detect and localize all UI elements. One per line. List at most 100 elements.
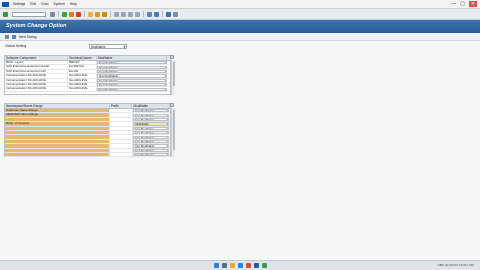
column-header[interactable]: Prefix (110, 104, 133, 108)
modifiable-select[interactable]: Modifiable (133, 122, 169, 126)
component-cell: Instrumentation SS-ARCHIVE (5, 78, 68, 82)
modifiable-select[interactable]: Not Modifiable (133, 109, 169, 113)
modifiable-select[interactable]: Not Modifiable (97, 87, 167, 91)
save-icon[interactable] (50, 11, 55, 17)
table-settings-icon[interactable] (170, 103, 174, 107)
menu-goto[interactable]: Goto (41, 2, 48, 6)
next-page-icon[interactable] (128, 11, 133, 17)
excel-icon[interactable] (261, 263, 267, 268)
prefix-cell (110, 117, 134, 122)
maximize-icon[interactable]: ▢ (460, 1, 465, 7)
modifiable-select[interactable]: Not Modifiable (97, 74, 167, 78)
new-session-icon[interactable] (147, 11, 152, 17)
namespace-table: Namespace/Name Range Prefix Modifiable C… (4, 103, 171, 158)
toolbar-divider (58, 11, 59, 17)
prefix-cell (110, 135, 134, 139)
component-cell: Instrumentation SS-ARCHIVE (5, 82, 68, 87)
modifiable-select[interactable]: Not Modifiable (97, 65, 167, 69)
component-cell: SAP Enterprise Extension Retail (5, 65, 68, 69)
menu-edit[interactable]: Edit (30, 2, 36, 6)
modifiable-select[interactable]: Not Modifiable (133, 148, 169, 152)
minimize-icon[interactable]: — (451, 1, 456, 7)
enter-icon[interactable] (3, 11, 8, 17)
namespace-cell (5, 117, 111, 122)
folder-icon[interactable] (229, 263, 235, 268)
software-component-scrollbar[interactable] (171, 60, 175, 95)
prefix-cell (110, 122, 134, 126)
column-header[interactable]: Software Component (5, 56, 68, 60)
back-icon[interactable] (62, 11, 67, 17)
find-next-icon[interactable] (102, 11, 107, 17)
table-row[interactable]: Not Modifiable (5, 152, 170, 158)
chevron-down-icon[interactable]: ▾ (123, 44, 126, 48)
global-setting-select[interactable]: Modifiable ▾ (89, 43, 127, 49)
sap-logon-icon[interactable] (253, 263, 259, 268)
modifiable-select[interactable]: Not Modifiable (133, 153, 169, 157)
menu-settings[interactable]: Settings (13, 2, 25, 6)
modifiable-select[interactable]: Not Modifiable (97, 83, 167, 87)
toolbar-divider (84, 11, 85, 17)
search-icon[interactable] (221, 263, 227, 268)
modifiable-select[interactable]: Not Modifiable (133, 135, 169, 139)
modifiable-select[interactable]: Not Modifiable (97, 61, 167, 65)
menu-help[interactable]: Help (70, 2, 77, 6)
modifiable-select[interactable]: Not Modifiable (133, 144, 169, 148)
modifiable-select[interactable]: Not Modifiable (97, 78, 167, 82)
print-icon[interactable] (88, 11, 93, 17)
column-header[interactable]: Namespace/Name Range (5, 104, 110, 108)
last-page-icon[interactable] (135, 11, 140, 17)
app-icon[interactable] (245, 263, 251, 268)
technical-name-cell: BBUSIT (68, 61, 97, 65)
display-change-icon[interactable] (5, 34, 9, 39)
start-icon[interactable] (213, 263, 219, 268)
namespace-scrollbar[interactable] (171, 108, 175, 157)
namespace-cell (5, 139, 111, 144)
prefix-cell (110, 148, 134, 152)
next-dialog-icon[interactable] (12, 34, 16, 39)
first-page-icon[interactable] (114, 11, 119, 17)
help-icon[interactable] (166, 11, 171, 17)
namespace-cell (5, 144, 111, 148)
component-cell: Instrumentation SS-ARCHIVE (5, 87, 68, 91)
prev-page-icon[interactable] (121, 11, 126, 17)
menu-system[interactable]: System (53, 2, 64, 6)
modifiable-select[interactable]: Not Modifiable (133, 126, 169, 130)
modifiable-select[interactable]: Not Modifiable (133, 117, 169, 122)
modifiable-select[interactable]: Not Modifiable (133, 139, 169, 144)
table-settings-icon[interactable] (170, 55, 174, 59)
standard-toolbar (0, 9, 480, 20)
technical-name-cell: SA-ARCHIVE (68, 87, 97, 91)
namespace-cell: Customer Name Range (5, 109, 111, 113)
window-controls: — ▢ ✕ (451, 1, 477, 7)
table-row[interactable]: Instrumentation SS-ARCHIVE SA-ARCHIVE No… (5, 87, 170, 92)
next-dialog-button[interactable]: Next Dialog (19, 35, 37, 39)
global-setting-value: Modifiable (91, 44, 106, 49)
taskbar: ABC (1) 010 ▾ | 10:24 | INS (0, 260, 480, 270)
browser-icon[interactable] (237, 263, 243, 268)
scrollbar-thumb[interactable] (172, 110, 175, 150)
column-header[interactable]: Modifiable (97, 56, 167, 60)
application-toolbar: Next Dialog (0, 33, 480, 41)
column-header[interactable]: Modifiable (132, 104, 170, 108)
prefix-cell (110, 139, 134, 144)
page-title: System Change Option (0, 20, 480, 33)
scrollbar-thumb[interactable] (172, 62, 175, 86)
prefix-cell (110, 109, 134, 113)
shortcut-icon[interactable] (154, 11, 159, 17)
modifiable-select[interactable]: Not Modifiable (97, 69, 167, 74)
modifiable-select[interactable]: Not Modifiable (133, 113, 169, 117)
namespace-cell: BUSI. Ur Product (5, 122, 111, 126)
namespace-cell (5, 126, 111, 130)
technical-name-cell: SA-ARCHIVE (68, 78, 97, 82)
prefix-cell (110, 113, 134, 117)
column-header[interactable]: Technical Name (68, 56, 97, 60)
toolbar-divider (143, 11, 144, 17)
command-field[interactable] (12, 11, 46, 17)
layout-menu-icon[interactable] (173, 11, 178, 17)
modifiable-select[interactable]: Not Modifiable (133, 131, 169, 135)
namespace-cell (5, 148, 111, 152)
cancel-icon[interactable] (76, 11, 81, 17)
exit-icon[interactable] (69, 11, 74, 17)
find-icon[interactable] (95, 11, 100, 17)
close-icon[interactable]: ✕ (468, 1, 477, 7)
